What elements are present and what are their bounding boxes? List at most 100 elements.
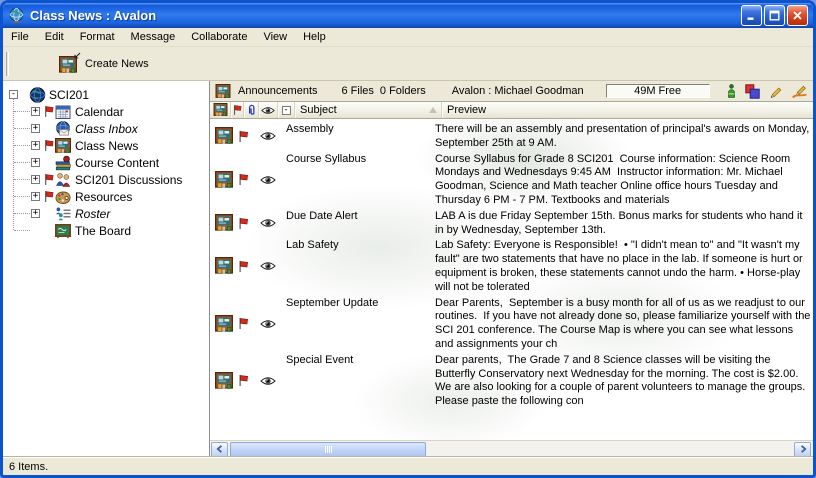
sidebar-item-sci201-discussions[interactable]: + SCI201 Discussions (3, 171, 209, 188)
message-preview: Dear Parents, September is a busy month … (435, 296, 813, 352)
create-news-label: Create News (85, 58, 149, 70)
collapse-all-icon[interactable]: - (282, 106, 291, 115)
server-user: Avalon : Michael Goodman (452, 85, 584, 97)
sort-ascending-icon (429, 107, 437, 113)
sidebar-item-resources[interactable]: + Resources (3, 188, 209, 205)
menu-help[interactable]: Help (295, 29, 334, 45)
free-space-indicator: 49M Free (606, 84, 710, 98)
expand-icon[interactable]: + (31, 107, 40, 116)
conference-type: Announcements (238, 85, 318, 97)
message-list-pane: Announcements 6 Files 0 Folders Avalon :… (210, 81, 813, 457)
flag-icon (238, 217, 249, 230)
sidebar-item-course-content[interactable]: + Course Content (3, 154, 209, 171)
menu-file[interactable]: File (3, 29, 37, 45)
minimize-icon (746, 10, 757, 21)
tree-item-label: Class News (75, 139, 138, 153)
message-subject: Lab Safety (286, 238, 435, 294)
tree-item-label: Calendar (75, 105, 124, 119)
flag-icon (238, 260, 249, 273)
message-row-special-event[interactable]: Special Event Dear parents, The Grade 7 … (210, 353, 813, 409)
tree-item-label: Course Content (75, 156, 159, 170)
scrollbar-thumb[interactable] (230, 442, 426, 457)
minimize-button[interactable] (741, 5, 762, 26)
sidebar-tree: - SCI201 + Calendar + Class Inbox + (3, 81, 210, 457)
message-subject: Due Date Alert (286, 209, 435, 238)
signature-pen-icon[interactable] (792, 83, 808, 99)
column-preview[interactable]: Preview (442, 102, 813, 118)
announcements-icon (215, 84, 231, 99)
column-collapse[interactable]: - (278, 102, 295, 118)
horizontal-scrollbar[interactable] (210, 440, 813, 457)
sidebar-item-calendar[interactable]: + Calendar (3, 103, 209, 120)
item-count: 6 Items. (9, 461, 48, 473)
eye-icon (260, 319, 276, 329)
menu-collaborate[interactable]: Collaborate (183, 29, 255, 45)
news-board-icon (213, 103, 228, 117)
create-news-button[interactable]: Create News (51, 50, 157, 78)
close-button[interactable] (787, 5, 808, 26)
collapse-icon[interactable]: - (9, 90, 18, 99)
scroll-left-button[interactable] (211, 442, 228, 457)
message-row-september-update[interactable]: September Update Dear Parents, September… (210, 296, 813, 352)
new-item-arrow-icon (73, 52, 81, 60)
pencil-icon[interactable] (769, 84, 783, 99)
menu-format[interactable]: Format (72, 29, 123, 45)
expand-icon[interactable]: + (31, 175, 40, 184)
expand-icon[interactable]: + (31, 124, 40, 133)
flag-icon (238, 130, 249, 143)
eye-icon (261, 106, 275, 115)
column-subject[interactable]: Subject (295, 102, 442, 118)
expand-icon[interactable]: + (31, 141, 40, 150)
message-row-lab-safety[interactable]: Lab Safety Lab Safety: Everyone is Respo… (210, 238, 813, 294)
sidebar-item-roster[interactable]: + Roster (3, 205, 209, 222)
message-preview: There will be an assembly and presentati… (435, 122, 813, 151)
column-item-icon[interactable] (210, 102, 231, 118)
maximize-button[interactable] (764, 5, 785, 26)
menu-view[interactable]: View (255, 29, 295, 45)
column-attachment[interactable] (244, 102, 259, 118)
sidebar-item-sci201[interactable]: - SCI201 (3, 86, 209, 103)
sidebar-item-class-news[interactable]: + Class News (3, 137, 209, 154)
tree-item-label: Resources (75, 190, 132, 204)
menu-edit[interactable]: Edit (37, 29, 72, 45)
news-board-icon (215, 315, 233, 333)
column-read-status[interactable] (259, 102, 278, 118)
scroll-right-button[interactable] (794, 442, 811, 457)
sidebar-item-class-inbox[interactable]: + Class Inbox (3, 120, 209, 137)
chevron-left-icon (216, 445, 224, 453)
palette-icon (55, 189, 72, 205)
folder-count: 0 Folders (380, 85, 426, 97)
conference-infobar: Announcements 6 Files 0 Folders Avalon :… (210, 81, 813, 102)
globe-icon (29, 87, 46, 103)
message-subject: Special Event (286, 353, 435, 409)
expand-icon[interactable]: + (31, 209, 40, 218)
overlapping-squares-icon[interactable] (745, 84, 760, 99)
eye-icon (260, 218, 276, 228)
message-row-due-date-alert[interactable]: Due Date Alert LAB A is due Friday Septe… (210, 209, 813, 238)
column-header-row: - Subject Preview (210, 102, 813, 119)
tree-stub (14, 196, 30, 197)
eye-icon (260, 175, 276, 185)
create-news-icon (59, 54, 79, 74)
message-row-assembly[interactable]: Assembly There will be an assembly and p… (210, 122, 813, 151)
expand-icon[interactable]: + (31, 158, 40, 167)
toolbar-gripper[interactable] (6, 52, 9, 76)
flag-icon (44, 173, 54, 186)
message-row-course-syllabus[interactable]: Course Syllabus Course Syllabus for Grad… (210, 152, 813, 208)
tree-stub (14, 230, 30, 231)
news-board-icon (215, 171, 233, 189)
titlebar[interactable]: Class News : Avalon (3, 3, 813, 28)
tree-stub (14, 162, 30, 163)
statusbar: 6 Items. (3, 457, 813, 475)
column-flag[interactable] (231, 102, 244, 118)
sidebar-item-the-board[interactable]: The Board (3, 222, 209, 239)
menu-message[interactable]: Message (123, 29, 184, 45)
chalkboard-icon (55, 223, 72, 239)
roster-icon (55, 206, 72, 222)
tree-stub (14, 213, 30, 214)
expand-icon[interactable]: + (31, 192, 40, 201)
flag-icon (238, 374, 249, 387)
tree-item-label: SCI201 Discussions (75, 173, 182, 187)
online-user-icon[interactable] (727, 84, 736, 98)
message-subject: Assembly (286, 122, 435, 151)
